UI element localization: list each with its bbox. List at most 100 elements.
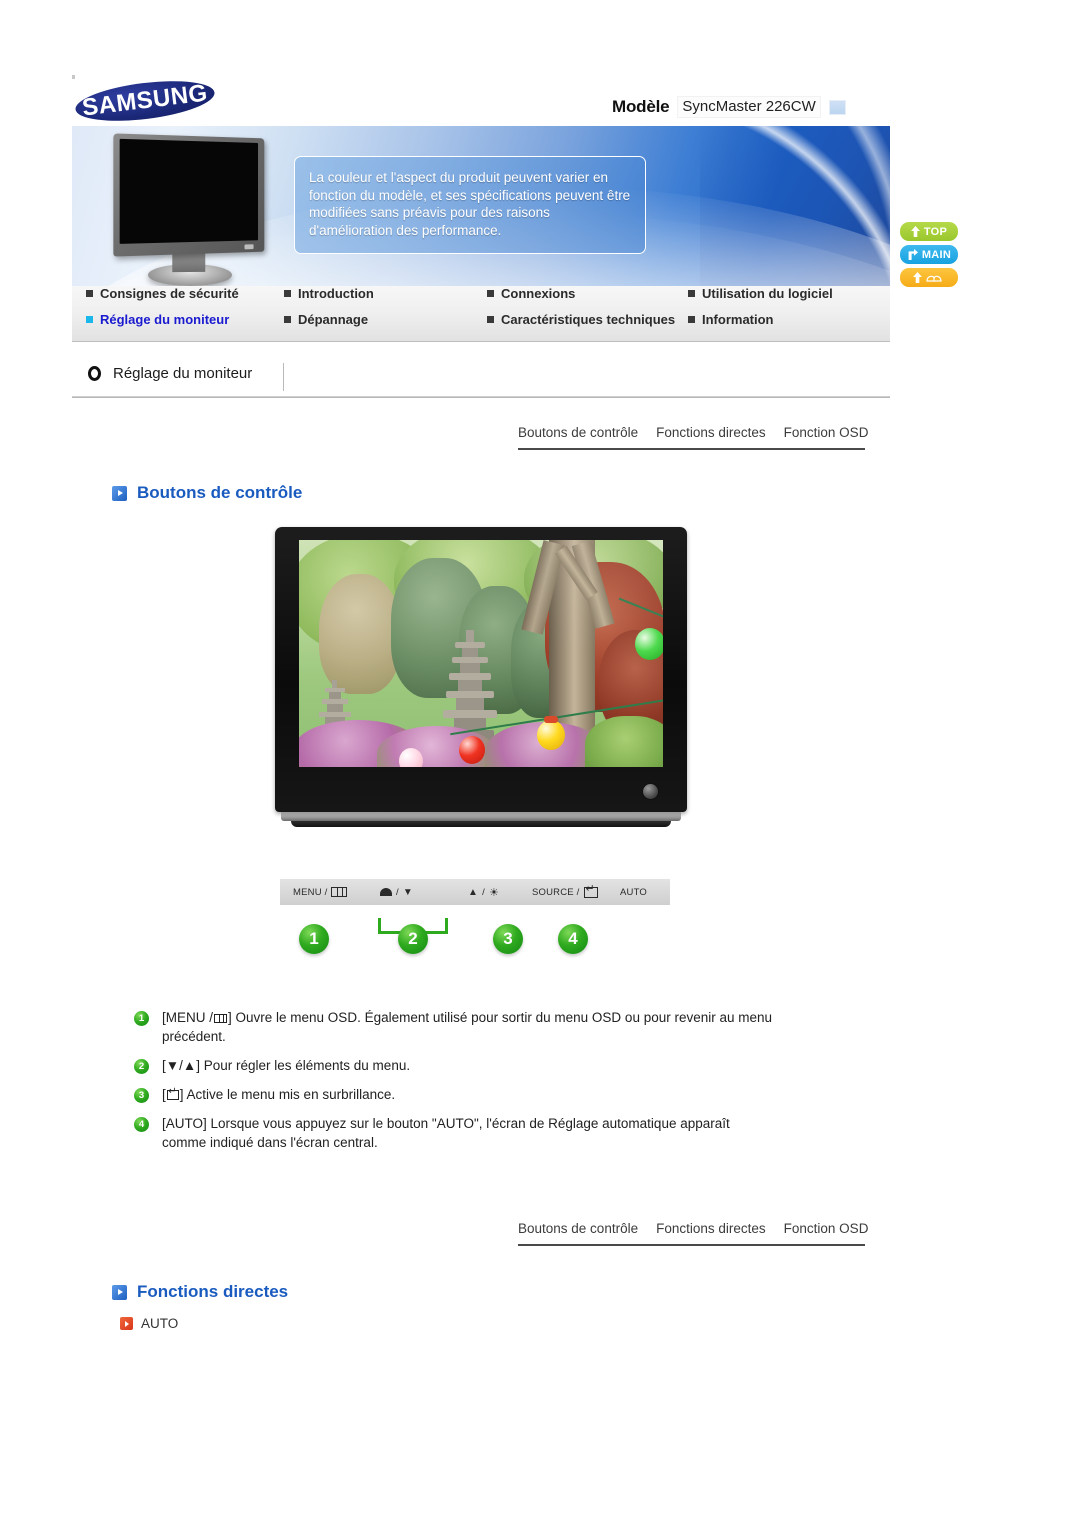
red-arrow-icon	[120, 1317, 133, 1330]
arrow-branch-icon	[907, 249, 918, 260]
control-down-button[interactable]: / ▼	[380, 887, 413, 898]
menu-box-glyph-icon	[331, 887, 348, 897]
model-color-swatch	[828, 99, 846, 115]
blue-arrow-icon	[112, 1284, 127, 1300]
heading-label: Fonctions directes	[137, 1282, 289, 1301]
callout-badge-1: 1	[299, 924, 329, 954]
callout-number-row: 1 2 3 4	[280, 912, 670, 968]
nav-item-software[interactable]: Utilisation du logiciel	[688, 286, 833, 301]
model-row: Modèle SyncMaster 226CW	[612, 96, 846, 118]
desc1-post: ] Ouvre le menu OSD. Également utilisé p…	[162, 1010, 773, 1044]
model-value: SyncMaster 226CW	[677, 96, 821, 118]
callout-badge-3: 3	[493, 924, 523, 954]
samsung-logo: SAMSUNG	[73, 74, 217, 128]
description-text-4: [AUTO] Lorsque vous appuyez sur le bouto…	[162, 1116, 730, 1150]
nav-item-introduction[interactable]: Introduction	[284, 286, 374, 301]
monitor-screen	[119, 138, 259, 244]
model-label: Modèle	[612, 97, 670, 116]
control-up-button[interactable]: ▲ / ☀	[468, 886, 499, 899]
monitor-display-screen	[299, 540, 663, 767]
main-navigation: Consignes de sécurité Introduction Conne…	[72, 286, 890, 342]
monitor-power-button[interactable]	[642, 783, 659, 800]
bullet-square-icon	[86, 290, 93, 297]
side-navigation-buttons: TOP MAIN	[900, 222, 958, 287]
nav-item-specifications[interactable]: Caractéristiques techniques	[487, 312, 675, 327]
arrow-up-icon	[910, 226, 920, 237]
bullet-square-icon	[487, 316, 494, 323]
tab-osd-function[interactable]: Fonction OSD	[784, 425, 869, 445]
control-source-button[interactable]: SOURCE /	[532, 884, 598, 898]
control-source-label: SOURCE /	[532, 886, 580, 898]
screen-gloss	[299, 540, 663, 767]
enter-box-glyph-icon	[583, 884, 598, 898]
nav-label: Connexions	[501, 286, 576, 301]
bullet-square-icon	[688, 290, 695, 297]
menu-box-glyph-icon	[214, 1014, 228, 1023]
desc3-pre: [	[162, 1087, 166, 1102]
control-auto-label: AUTO	[620, 886, 648, 898]
control-button-descriptions: 1 [MENU /] Ouvre le menu OSD. Également …	[134, 1008, 774, 1162]
scan-artifact-dot	[72, 75, 75, 79]
section-title-divider	[283, 363, 284, 391]
description-badge-3: 3	[134, 1088, 149, 1103]
monitor-control-bar: MENU / / ▼ ▲ / ☀ SOURCE / AUTO	[280, 879, 670, 905]
nav-label: Dépannage	[298, 312, 369, 327]
description-item-1: 1 [MENU /] Ouvre le menu OSD. Également …	[134, 1008, 774, 1046]
nav-label: Caractéristiques techniques	[501, 312, 676, 327]
monitor-product-image	[275, 527, 687, 832]
contrast-icon	[380, 888, 392, 896]
tab-strip-bottom: Boutons de contrôle Fonctions directes F…	[518, 1221, 868, 1241]
brightness-icon: ☀	[488, 886, 500, 899]
arrow-up-icon: ▲	[468, 886, 479, 898]
description-item-3: 3 [ ] Active le menu mis en surbrillance.	[134, 1085, 774, 1104]
banner-monitor-illustration	[100, 133, 290, 286]
nav-row-2: Réglage du moniteur Dépannage Caractéris…	[72, 312, 890, 340]
tab-direct-functions-bottom[interactable]: Fonctions directes	[656, 1221, 766, 1241]
section-rule	[72, 396, 890, 398]
description-badge-4: 4	[134, 1117, 149, 1132]
nav-label: Introduction	[298, 286, 374, 301]
product-notice-text: La couleur et l'aspect du produit peuven…	[309, 170, 631, 238]
heading-control-buttons: Boutons de contrôle	[112, 483, 302, 503]
bullet-square-icon	[86, 316, 93, 323]
direct-function-label: AUTO	[141, 1316, 179, 1331]
main-button-label: MAIN	[921, 248, 952, 261]
tab-direct-functions[interactable]: Fonctions directes	[656, 425, 766, 445]
previous-button[interactable]	[900, 268, 958, 287]
tab-control-buttons[interactable]: Boutons de contrôle	[518, 425, 638, 445]
nav-label: Consignes de sécurité	[100, 286, 239, 301]
arrow-up-icon	[912, 272, 922, 283]
nav-item-information[interactable]: Information	[688, 312, 774, 327]
control-auto-button[interactable]: AUTO	[620, 887, 647, 898]
nav-item-safety[interactable]: Consignes de sécurité	[86, 286, 239, 301]
bullet-square-icon	[688, 316, 695, 323]
monitor-front-bezel	[275, 527, 687, 812]
heading-label: Boutons de contrôle	[137, 483, 303, 502]
desc3-post: ] Active le menu mis en surbrillance.	[179, 1087, 396, 1102]
tab-strip-top-rule	[518, 448, 865, 450]
description-text-1: [MENU /] Ouvre le menu OSD. Également ut…	[162, 1008, 774, 1046]
monitor-chin-logo	[244, 244, 254, 250]
top-button[interactable]: TOP	[900, 222, 958, 241]
nav-item-troubleshooting[interactable]: Dépannage	[284, 312, 368, 327]
top-button-label: TOP	[923, 225, 948, 238]
main-button[interactable]: MAIN	[900, 245, 958, 264]
direct-function-auto[interactable]: AUTO	[120, 1316, 178, 1331]
product-notice-callout: La couleur et l'aspect du produit peuven…	[294, 156, 646, 254]
callout-badge-4: 4	[558, 924, 588, 954]
description-item-4: 4 [AUTO] Lorsque vous appuyez sur le bou…	[134, 1114, 774, 1152]
nav-label: Réglage du moniteur	[100, 312, 230, 327]
nav-item-connections[interactable]: Connexions	[487, 286, 575, 301]
heading-direct-functions: Fonctions directes	[112, 1282, 288, 1302]
control-menu-label: MENU /	[293, 886, 328, 898]
control-menu-button[interactable]: MENU /	[293, 886, 348, 898]
nav-label: Utilisation du logiciel	[702, 286, 833, 301]
tab-control-buttons-bottom[interactable]: Boutons de contrôle	[518, 1221, 638, 1241]
tab-strip-top: Boutons de contrôle Fonctions directes F…	[518, 425, 868, 445]
bullet-square-icon	[284, 316, 291, 323]
tab-osd-function-bottom[interactable]: Fonction OSD	[784, 1221, 869, 1241]
nav-item-monitor-setup[interactable]: Réglage du moniteur	[86, 312, 229, 327]
monitor-bezel	[113, 133, 265, 257]
description-badge-1: 1	[134, 1011, 149, 1026]
manual-page: SAMSUNG Modèle SyncMaster 226CW La coule…	[0, 0, 1080, 1528]
